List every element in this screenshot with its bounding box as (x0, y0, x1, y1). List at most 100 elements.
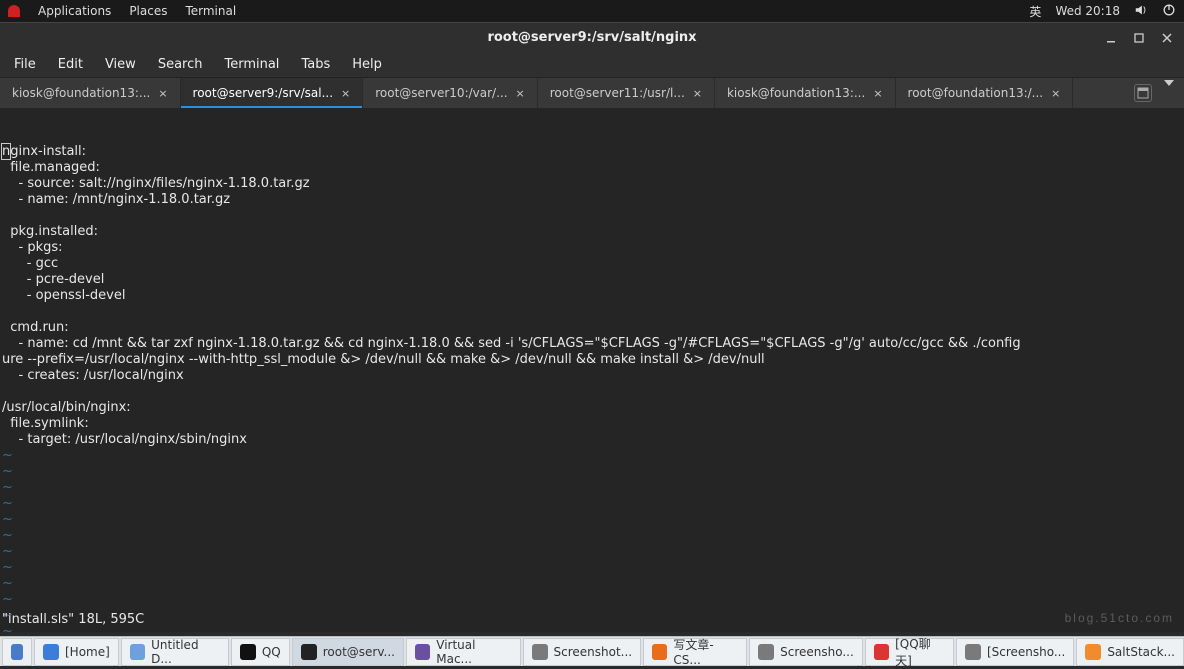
app-icon (532, 644, 548, 660)
vim-empty-line: ~ (2, 592, 1182, 608)
editor-line: - openssl-devel (2, 288, 1182, 304)
terminal-viewport[interactable]: nginx-install: file.managed: - source: s… (0, 108, 1184, 632)
tab-label: kiosk@foundation13:... (12, 86, 150, 100)
menu-tabs[interactable]: Tabs (291, 54, 340, 75)
app-icon (874, 644, 889, 660)
app-icon (1085, 644, 1101, 660)
terminal-tab[interactable]: root@server9:/srv/sal... × (181, 78, 364, 108)
close-icon[interactable]: × (341, 87, 350, 100)
taskbar-button[interactable]: 写文章-CS... (643, 638, 747, 666)
ime-indicator[interactable]: 英 (1029, 3, 1041, 20)
taskbar-label: [Screensho... (987, 645, 1065, 659)
editor-line: - pcre-devel (2, 272, 1182, 288)
vim-empty-line: ~ (2, 576, 1182, 592)
menu-help[interactable]: Help (342, 54, 392, 75)
editor-line (2, 304, 1182, 320)
taskbar-button[interactable]: SaltStack... (1076, 638, 1184, 666)
editor-line: - target: /usr/local/nginx/sbin/nginx (2, 432, 1182, 448)
clock[interactable]: Wed 20:18 (1055, 4, 1120, 18)
close-icon[interactable]: × (158, 87, 167, 100)
window-title-bar: root@server9:/srv/salt/nginx (0, 22, 1184, 52)
taskbar-button[interactable]: Virtual Mac... (406, 638, 521, 666)
editor-line: - pkgs: (2, 240, 1182, 256)
editor-line: file.symlink: (2, 416, 1182, 432)
taskbar-button[interactable]: Untitled D... (121, 638, 229, 666)
editor-line (2, 384, 1182, 400)
menu-edit[interactable]: Edit (48, 54, 93, 75)
editor-line: pkg.installed: (2, 224, 1182, 240)
maximize-button[interactable] (1128, 27, 1150, 49)
menu-places[interactable]: Places (129, 4, 167, 18)
taskbar-button[interactable]: root@serv... (292, 638, 404, 666)
menu-applications[interactable]: Applications (38, 4, 111, 18)
menu-file[interactable]: File (4, 54, 46, 75)
watermark: blog.51cto.com (1065, 610, 1174, 626)
close-icon[interactable]: × (693, 87, 702, 100)
editor-line: ure --prefix=/usr/local/nginx --with-htt… (2, 352, 1182, 368)
tab-menu-button[interactable] (1164, 86, 1174, 100)
power-icon[interactable] (1162, 3, 1176, 20)
terminal-tab-bar: kiosk@foundation13:...×root@server9:/srv… (0, 78, 1184, 108)
app-icon (758, 644, 774, 660)
terminal-tab[interactable]: kiosk@foundation13:... × (715, 78, 896, 108)
vim-empty-line: ~ (2, 512, 1182, 528)
taskbar-label: Untitled D... (151, 638, 220, 666)
taskbar-button[interactable]: Screensho... (749, 638, 863, 666)
taskbar-label: Virtual Mac... (436, 638, 511, 666)
tab-label: root@server9:/srv/sal... (193, 86, 333, 100)
vim-empty-line: ~ (2, 448, 1182, 464)
taskbar-label: Screenshot... (554, 645, 633, 659)
editor-line: - name: cd /mnt && tar zxf nginx-1.18.0.… (2, 336, 1182, 352)
editor-line: - gcc (2, 256, 1182, 272)
taskbar-label: Screensho... (780, 645, 854, 659)
desktop-taskbar: [Home] Untitled D... QQ root@serv... Virtual… (0, 636, 1184, 666)
tab-label: kiosk@foundation13:... (727, 86, 865, 100)
close-icon[interactable]: × (516, 87, 525, 100)
taskbar-label: 写文章-CS... (673, 636, 738, 667)
new-tab-button[interactable] (1134, 84, 1152, 102)
taskbar-label: root@serv... (323, 645, 395, 659)
taskbar-button[interactable]: [Screensho... (956, 638, 1074, 666)
tab-label: root@foundation13:/... (908, 86, 1044, 100)
show-desktop-button[interactable] (2, 638, 32, 666)
taskbar-button[interactable]: QQ (231, 638, 290, 666)
editor-line: - name: /mnt/nginx-1.18.0.tar.gz (2, 192, 1182, 208)
close-button[interactable] (1156, 27, 1178, 49)
app-icon (415, 644, 430, 660)
menu-terminal[interactable]: Terminal (185, 4, 236, 18)
taskbar-button[interactable]: Screenshot... (523, 638, 642, 666)
tab-label: root@server11:/usr/l... (550, 86, 685, 100)
minimize-button[interactable] (1100, 27, 1122, 49)
app-icon (652, 644, 667, 660)
close-icon[interactable]: × (1051, 87, 1060, 100)
vim-empty-line: ~ (2, 560, 1182, 576)
vim-empty-line: ~ (2, 544, 1182, 560)
editor-line: file.managed: (2, 160, 1182, 176)
desktop-top-bar: Applications Places Terminal 英 Wed 20:18 (0, 0, 1184, 22)
vim-empty-line: ~ (2, 464, 1182, 480)
menu-view[interactable]: View (95, 54, 146, 75)
app-menu-bar: File Edit View Search Terminal Tabs Help (0, 52, 1184, 78)
menu-search[interactable]: Search (148, 54, 213, 75)
tab-label: root@server10:/var/... (375, 86, 507, 100)
terminal-tab[interactable]: kiosk@foundation13:... × (0, 78, 181, 108)
terminal-tab[interactable]: root@foundation13:/... × (896, 78, 1074, 108)
editor-line: /usr/local/bin/nginx: (2, 400, 1182, 416)
redhat-icon (8, 5, 20, 17)
vim-empty-line: ~ (2, 496, 1182, 512)
volume-icon[interactable] (1134, 3, 1148, 20)
taskbar-label: SaltStack... (1107, 645, 1175, 659)
terminal-tab[interactable]: root@server10:/var/... × (363, 78, 538, 108)
app-icon (43, 644, 59, 660)
editor-line (2, 208, 1182, 224)
menu-terminal[interactable]: Terminal (214, 54, 289, 75)
app-icon (240, 644, 256, 660)
taskbar-button[interactable]: [QQ聊天] (865, 638, 954, 666)
terminal-tab[interactable]: root@server11:/usr/l... × (538, 78, 715, 108)
app-icon (965, 644, 981, 660)
taskbar-label: QQ (262, 645, 281, 659)
taskbar-label: [QQ聊天] (895, 635, 945, 669)
editor-line: nginx-install: (2, 144, 1182, 160)
close-icon[interactable]: × (873, 87, 882, 100)
taskbar-button[interactable]: [Home] (34, 638, 119, 666)
